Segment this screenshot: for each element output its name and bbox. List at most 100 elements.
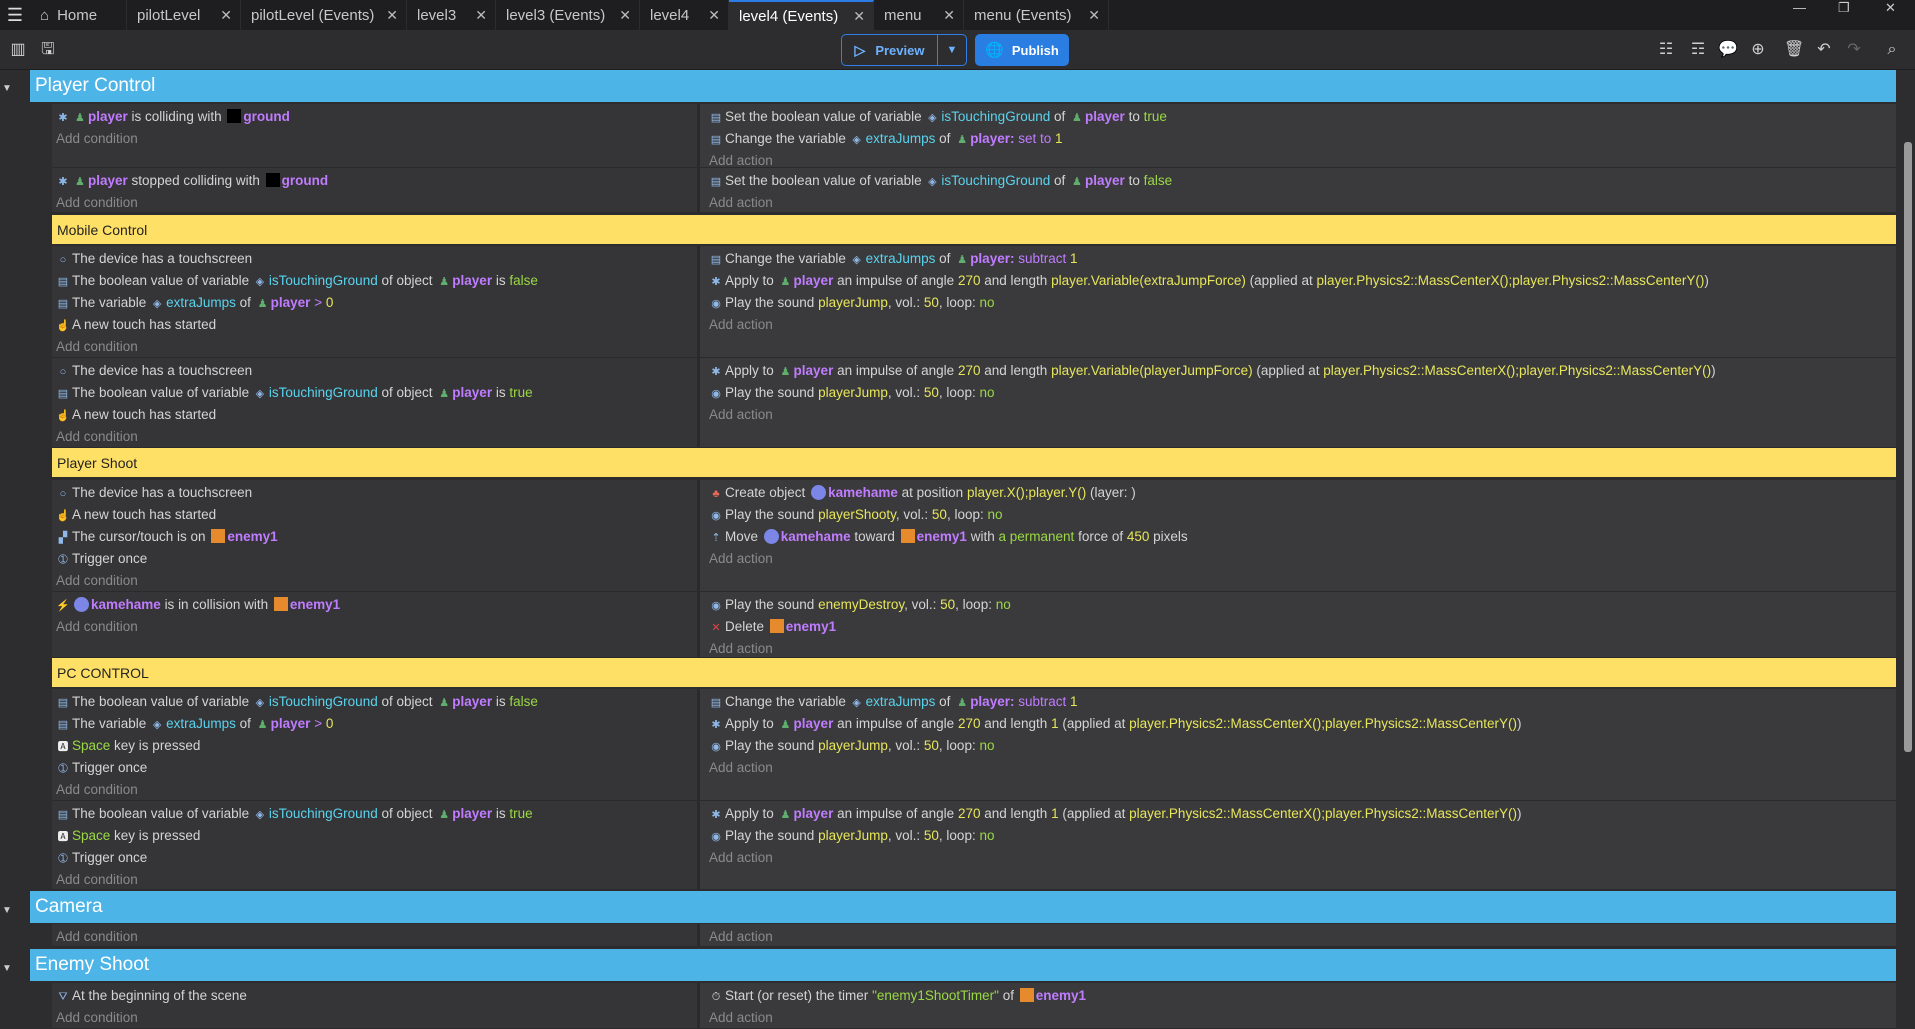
- group-enemy-shoot[interactable]: Enemy Shoot: [30, 949, 1896, 981]
- action[interactable]: ◉ Play the sound enemyDestroy, vol.: 50, …: [709, 594, 1896, 616]
- hamburger-menu-icon[interactable]: ☰: [0, 0, 30, 30]
- condition[interactable]: ✱ ♟ player stopped colliding with ground: [56, 170, 697, 192]
- actions-column[interactable]: ▤ Set the boolean value of variable ◈ isTo…: [703, 168, 1896, 212]
- actions-column[interactable]: Add action: [703, 924, 1896, 946]
- action[interactable]: ▤ Change the variable ◈ extraJumps of ♟ pla…: [709, 248, 1896, 270]
- condition[interactable]: ☝ A new touch has started: [56, 504, 697, 526]
- tab-pilotlevel-events[interactable]: pilotLevel (Events) ✕: [241, 0, 407, 30]
- tab-home[interactable]: ⌂ Home: [30, 0, 127, 30]
- condition[interactable]: ✱ ♟ player is colliding with ground: [56, 106, 697, 128]
- close-icon[interactable]: ✕: [943, 7, 955, 24]
- group-player-control[interactable]: Player Control: [30, 70, 1896, 102]
- condition[interactable]: ⛛ At the beginning of the scene: [56, 985, 697, 1007]
- condition[interactable]: ▞ The cursor/touch is on enemy1: [56, 526, 697, 548]
- conditions-column[interactable]: ▤ The boolean value of variable ◈ isTouchi…: [52, 689, 700, 800]
- add-action-link[interactable]: Add action: [709, 757, 1896, 779]
- add-condition-link[interactable]: Add condition: [56, 336, 697, 358]
- condition[interactable]: 🅰 Space key is pressed: [56, 735, 697, 757]
- action[interactable]: ◉ Play the sound playerJump, vol.: 50, lo…: [709, 735, 1896, 757]
- add-condition-link[interactable]: Add condition: [56, 1007, 697, 1029]
- conditions-column[interactable]: ○ The device has a touchscreen ▤ The boole…: [52, 358, 700, 447]
- add-action-link[interactable]: Add action: [709, 404, 1896, 426]
- delete-icon[interactable]: 🗑: [1784, 40, 1804, 60]
- group-camera[interactable]: Camera: [30, 891, 1896, 923]
- conditions-column[interactable]: ⛛ At the beginning of the scene Add condi…: [52, 983, 700, 1028]
- event-row[interactable]: ✱ ♟ player is colliding with ground Add co…: [52, 104, 1896, 168]
- tab-level3-events[interactable]: level3 (Events) ✕: [496, 0, 640, 30]
- add-condition-link[interactable]: Add condition: [56, 570, 697, 592]
- add-condition-link[interactable]: Add condition: [56, 616, 697, 638]
- add-comment-icon[interactable]: 💬: [1718, 40, 1738, 60]
- preview-button[interactable]: ▷ Preview ▼: [841, 34, 967, 66]
- close-icon[interactable]: ✕: [1088, 7, 1100, 24]
- action[interactable]: ♣ Create object kamehame at position play…: [709, 482, 1896, 504]
- condition[interactable]: ▤ The boolean value of variable ◈ isTouchi…: [56, 270, 697, 292]
- condition[interactable]: ➀ Trigger once: [56, 757, 697, 779]
- condition[interactable]: ☝ A new touch has started: [56, 404, 697, 426]
- action[interactable]: ▤ Change the variable ◈ extraJumps of ♟ pla…: [709, 691, 1896, 713]
- conditions-column[interactable]: ⚡ kamehame is in collision with enemy1 Ad…: [52, 592, 700, 657]
- add-more-icon[interactable]: ⊕: [1748, 40, 1768, 60]
- add-condition-link[interactable]: Add condition: [56, 128, 697, 150]
- action[interactable]: ◉ Play the sound playerJump, vol.: 50, lo…: [709, 382, 1896, 404]
- condition[interactable]: ➀ Trigger once: [56, 847, 697, 869]
- chevron-down-icon[interactable]: ▼: [938, 44, 966, 56]
- condition[interactable]: ➀ Trigger once: [56, 548, 697, 570]
- comment-pc-control[interactable]: PC CONTROL: [52, 658, 1896, 687]
- close-icon[interactable]: ✕: [220, 7, 232, 24]
- tab-level4[interactable]: level4 ✕: [640, 0, 729, 30]
- action[interactable]: ✱ Apply to ♟ player an impulse of angle 27…: [709, 713, 1896, 735]
- actions-column[interactable]: ✱ Apply to ♟ player an impulse of angle 27…: [703, 358, 1896, 447]
- actions-column[interactable]: ◉ Play the sound enemyDestroy, vol.: 50, …: [703, 592, 1896, 657]
- condition[interactable]: ○ The device has a touchscreen: [56, 482, 697, 504]
- conditions-column[interactable]: ▤ The boolean value of variable ◈ isTouchi…: [52, 801, 700, 889]
- tab-menu-events[interactable]: menu (Events) ✕: [964, 0, 1109, 30]
- redo-icon[interactable]: ↷: [1844, 40, 1864, 60]
- actions-column[interactable]: ▤ Set the boolean value of variable ◈ isTo…: [703, 104, 1896, 168]
- layout-icon[interactable]: ▥: [8, 40, 28, 60]
- add-condition-link[interactable]: Add condition: [56, 869, 697, 891]
- window-close-icon[interactable]: ✕: [1885, 0, 1896, 20]
- add-condition-link[interactable]: Add condition: [56, 192, 697, 214]
- event-row[interactable]: Add condition Add action: [52, 924, 1896, 947]
- condition[interactable]: ▤ The variable ◈ extraJumps of ♟ player > 0: [56, 713, 697, 735]
- event-row[interactable]: ▤ The boolean value of variable ◈ isTouchi…: [52, 801, 1896, 890]
- condition[interactable]: ▤ The variable ◈ extraJumps of ♟ player > 0: [56, 292, 697, 314]
- condition[interactable]: ▤ The boolean value of variable ◈ isTouchi…: [56, 691, 697, 713]
- add-event-icon[interactable]: ☷: [1656, 40, 1676, 60]
- tab-level3[interactable]: level3 ✕: [407, 0, 496, 30]
- condition[interactable]: ○ The device has a touchscreen: [56, 248, 697, 270]
- condition[interactable]: ⚡ kamehame is in collision with enemy1: [56, 594, 697, 616]
- tab-menu[interactable]: menu ✕: [874, 0, 964, 30]
- event-row[interactable]: ○ The device has a touchscreen ▤ The boole…: [52, 246, 1896, 358]
- collapse-arrow-icon[interactable]: ▼: [0, 83, 14, 94]
- close-icon[interactable]: ✕: [708, 7, 720, 24]
- action[interactable]: ◉ Play the sound playerJump, vol.: 50, lo…: [709, 825, 1896, 847]
- comment-mobile-control[interactable]: Mobile Control: [52, 215, 1896, 244]
- action[interactable]: ◉ Play the sound playerShooty, vol.: 50, …: [709, 504, 1896, 526]
- conditions-column[interactable]: ✱ ♟ player stopped colliding with ground A…: [52, 168, 700, 212]
- add-action-link[interactable]: Add action: [709, 314, 1896, 336]
- action[interactable]: ✱ Apply to ♟ player an impulse of angle 27…: [709, 360, 1896, 382]
- action[interactable]: ⏱ Start (or reset) the timer "enemy1Shoot…: [709, 985, 1896, 1007]
- add-action-link[interactable]: Add action: [709, 1007, 1896, 1029]
- actions-column[interactable]: ▤ Change the variable ◈ extraJumps of ♟ pla…: [703, 246, 1896, 357]
- add-action-link[interactable]: Add action: [709, 192, 1896, 214]
- conditions-column[interactable]: ○ The device has a touchscreen ☝ A new tou…: [52, 480, 700, 591]
- action[interactable]: ▤ Set the boolean value of variable ◈ isTo…: [709, 170, 1896, 192]
- event-row[interactable]: ⚡ kamehame is in collision with enemy1 Ad…: [52, 592, 1896, 658]
- actions-column[interactable]: ✱ Apply to ♟ player an impulse of angle 27…: [703, 801, 1896, 889]
- tab-level4-events[interactable]: level4 (Events) ✕: [729, 0, 874, 30]
- condition[interactable]: 🅰 Space key is pressed: [56, 825, 697, 847]
- event-row[interactable]: ▤ The boolean value of variable ◈ isTouchi…: [52, 689, 1896, 801]
- action[interactable]: ✕ Delete enemy1: [709, 616, 1896, 638]
- collapse-arrow-icon[interactable]: ▼: [0, 963, 14, 974]
- add-action-link[interactable]: Add action: [709, 847, 1896, 869]
- action[interactable]: ⇡ Move kamehame toward enemy1 with a perm…: [709, 526, 1896, 548]
- conditions-column[interactable]: ○ The device has a touchscreen ▤ The boole…: [52, 246, 700, 357]
- event-row[interactable]: ○ The device has a touchscreen ▤ The boole…: [52, 358, 1896, 448]
- actions-column[interactable]: ⏱ Start (or reset) the timer "enemy1Shoot…: [703, 983, 1896, 1028]
- add-condition-link[interactable]: Add condition: [56, 779, 697, 801]
- restore-icon[interactable]: ❐: [1838, 0, 1850, 20]
- action[interactable]: ✱ Apply to ♟ player an impulse of angle 27…: [709, 270, 1896, 292]
